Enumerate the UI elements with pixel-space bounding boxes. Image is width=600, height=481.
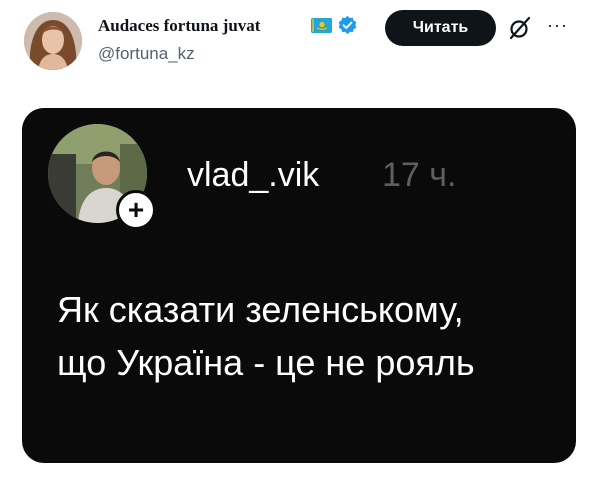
embedded-post-card: + vlad_.vik 17 ч. Як сказати зеленському… — [22, 108, 576, 463]
card-timestamp: 17 ч. — [382, 156, 457, 194]
read-button[interactable]: Читать — [385, 10, 496, 46]
follow-plus-icon[interactable]: + — [116, 190, 156, 230]
author-handle[interactable]: @fortuna_kz — [98, 44, 195, 64]
more-options-icon[interactable]: ··· — [547, 16, 568, 34]
card-text-line-1: Як сказати зеленському, — [57, 289, 464, 330]
card-username: vlad_.vik — [187, 156, 320, 194]
card-post-text: Як сказати зеленському, що Україна - це … — [57, 283, 567, 389]
author-avatar[interactable] — [24, 12, 82, 70]
verified-badge-icon — [337, 15, 358, 36]
author-display-name[interactable]: Audaces fortuna juvat — [98, 16, 260, 36]
grok-icon[interactable] — [507, 15, 533, 41]
kazakhstan-flag-icon — [311, 18, 332, 33]
card-text-line-2: що Україна - це не рояль — [57, 342, 475, 383]
